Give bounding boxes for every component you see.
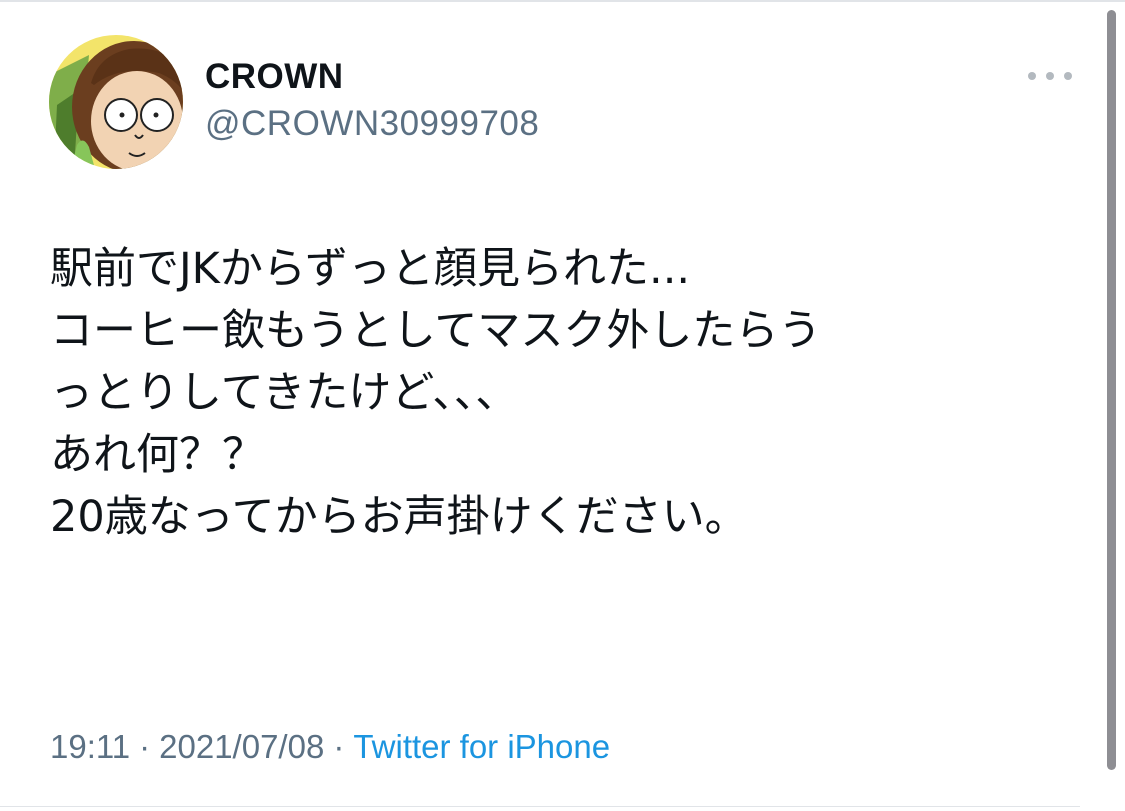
tweet-text-line: っとりしてきたけど、、、 xyxy=(50,368,519,418)
top-divider xyxy=(0,0,1125,2)
avatar-illustration xyxy=(49,35,183,169)
tweet-time[interactable]: 19:11 xyxy=(50,728,130,765)
tweet-text-line: 20歳なってからお声掛けください。 xyxy=(50,492,748,542)
meta-separator: · xyxy=(139,728,151,765)
tweet-text: 駅前でJKからずっと顔見られた... コーヒー飲もうとしてマスク外したらう っと… xyxy=(50,238,1080,548)
more-horizontal-icon xyxy=(1028,72,1036,80)
scrollbar[interactable] xyxy=(1107,10,1116,770)
user-handle[interactable]: @CROWN30999708 xyxy=(205,103,539,145)
tweet-date[interactable]: 2021/07/08 xyxy=(159,728,324,765)
more-horizontal-icon-dot xyxy=(1046,72,1054,80)
tweet-text-line: コーヒー飲もうとしてマスク外したらう xyxy=(50,306,822,356)
display-name[interactable]: CROWN xyxy=(205,56,344,98)
tweet-metadata: 19:11 · 2021/07/08 · Twitter for iPhone xyxy=(50,726,610,768)
more-options-button[interactable] xyxy=(1026,62,1074,90)
bottom-divider xyxy=(0,806,1080,807)
tweet-source-link[interactable]: Twitter for iPhone xyxy=(353,728,610,765)
avatar[interactable] xyxy=(49,35,183,169)
tweet-text-line: 駅前でJKからずっと顔見られた... xyxy=(50,244,691,294)
tweet-text-line: あれ何？？ xyxy=(50,430,265,480)
meta-separator: · xyxy=(333,728,345,765)
more-horizontal-icon-dot xyxy=(1064,72,1072,80)
